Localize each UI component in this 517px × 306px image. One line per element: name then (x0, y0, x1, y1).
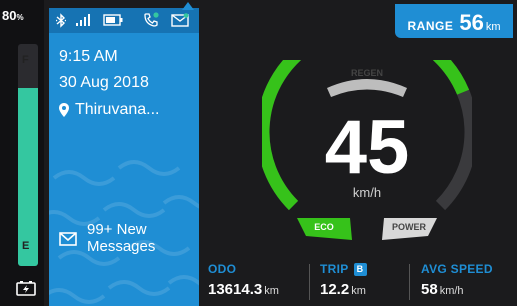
avg-speed-value: 58 km/h (421, 281, 464, 298)
battery-gauge (18, 44, 38, 266)
speed-unit: km/h (352, 185, 382, 200)
range-value: 56 (459, 10, 484, 35)
trip-unit: km (351, 285, 366, 297)
status-bar (49, 8, 199, 33)
signal-icon (76, 14, 90, 26)
info-panel: 9:15 AM 30 Aug 2018 Thiruvana... 99+ New… (49, 8, 199, 306)
range-badge: RANGE 56 km (395, 4, 513, 38)
avg-speed-label: AVG SPEED (421, 262, 493, 276)
battery-icon (103, 14, 123, 26)
range-label: RANGE (407, 19, 454, 33)
battery-empty-label: E (22, 240, 30, 252)
divider (309, 264, 310, 300)
avg-speed-number: 58 (421, 281, 438, 298)
battery-column: 80% F E (0, 0, 44, 306)
speed-value: 45 (324, 105, 410, 190)
messages-label-text: Messages (87, 238, 156, 255)
battery-percent-unit: % (16, 13, 24, 22)
power-label: POWER (391, 222, 426, 232)
mail-icon (59, 232, 77, 246)
trip-badge: B (353, 263, 367, 276)
location-text: Thiruvana... (75, 101, 160, 118)
bluetooth-icon (56, 13, 66, 28)
panel-connector (182, 2, 194, 10)
battery-percent: 80% (2, 8, 24, 23)
battery-full-label: F (22, 54, 29, 66)
date: 30 Aug 2018 (59, 74, 149, 91)
battery-percent-value: 80 (2, 8, 17, 23)
phone-call-icon (144, 12, 159, 27)
range-unit: km (485, 21, 501, 33)
avg-speed-unit: km/h (439, 285, 464, 297)
clock-time: 9:15 AM (59, 48, 118, 65)
trip-number: 12.2 (320, 281, 350, 298)
trip-value: 12.2 km (320, 281, 366, 298)
eco-label: ECO (314, 222, 334, 232)
trip-label-text: TRIP (320, 262, 349, 276)
trip-label[interactable]: TRIP B (320, 262, 367, 276)
odo-unit: km (264, 285, 279, 297)
messages-notification[interactable]: 99+ New Messages (59, 221, 155, 255)
divider (409, 264, 410, 300)
mail-icon (171, 13, 189, 27)
odo-label: ODO (208, 262, 237, 276)
battery-charging-icon (16, 281, 36, 296)
location-pin-icon (59, 103, 69, 117)
odo-number: 13614.3 (208, 281, 263, 298)
odo-value: 13614.3 km (208, 281, 279, 298)
messages-count-text: 99+ New (87, 221, 147, 238)
location[interactable]: Thiruvana... (59, 101, 159, 119)
regen-mode-button[interactable] (327, 79, 407, 97)
regen-label: REGEN (350, 68, 383, 78)
